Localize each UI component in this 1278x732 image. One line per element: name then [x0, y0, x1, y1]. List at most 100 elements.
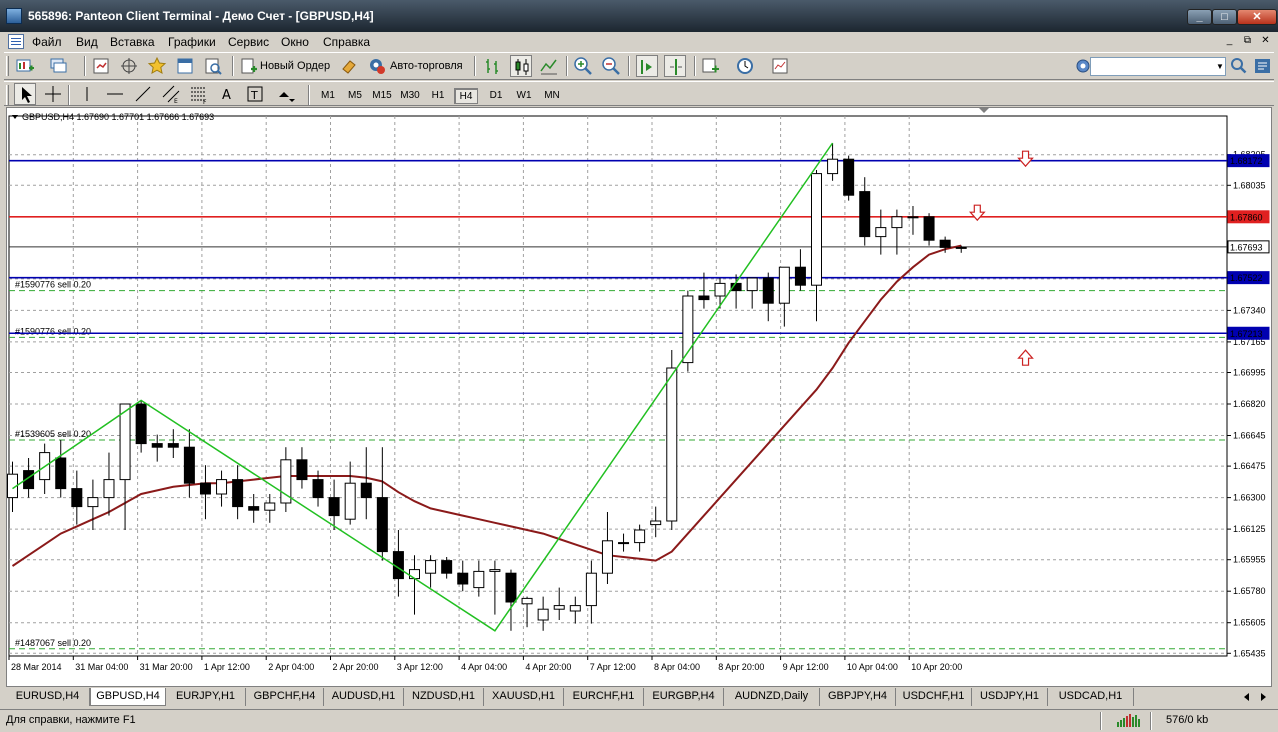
timeframe-d1[interactable]: D1 — [484, 88, 508, 104]
tab-usdcad-h1[interactable]: USDCAD,H1 — [1048, 688, 1134, 706]
status-help-text: Для справки, нажмите F1 — [6, 714, 136, 726]
tab-scroll-icon[interactable] — [1240, 690, 1270, 704]
new-order-icon[interactable] — [238, 55, 260, 77]
menu-insert[interactable]: Вставка — [110, 35, 155, 49]
timeframe-m15[interactable]: M15 — [370, 88, 394, 104]
tab-eurjpy-h1[interactable]: EURJPY,H1 — [166, 688, 246, 706]
community-icon[interactable] — [1252, 55, 1274, 77]
order-level-label: #1590776 sell 0.20 — [15, 326, 91, 336]
periods-icon[interactable] — [734, 55, 756, 77]
timeframe-m5[interactable]: M5 — [343, 88, 367, 104]
close-button[interactable]: ✕ — [1237, 9, 1277, 25]
menu-view[interactable]: Вид — [76, 35, 98, 49]
tab-audusd-h1[interactable]: AUDUSD,H1 — [324, 688, 404, 706]
document-icon[interactable] — [8, 34, 24, 49]
search-icon[interactable] — [1228, 55, 1250, 77]
timeframe-m1[interactable]: M1 — [316, 88, 340, 104]
text-label-icon[interactable]: T — [244, 83, 266, 105]
menu-tools[interactable]: Сервис — [228, 35, 269, 49]
candle-body — [296, 459, 308, 481]
arrows-icon[interactable] — [274, 83, 296, 105]
fibonacci-icon[interactable]: F — [188, 83, 210, 106]
timeframe-h4[interactable]: H4 — [454, 88, 478, 104]
trendline-icon[interactable] — [132, 83, 154, 105]
mdi-minimize-button[interactable]: _ — [1222, 34, 1237, 48]
tab-eurchf-h1[interactable]: EURCHF,H1 — [564, 688, 644, 706]
toolbar-separator — [308, 85, 310, 105]
candlestick-chart-icon[interactable] — [510, 55, 532, 77]
metaeditor-icon[interactable] — [338, 55, 360, 77]
tab-gbpjpy-h4[interactable]: GBPJPY,H4 — [820, 688, 896, 706]
timeframe-mn[interactable]: MN — [540, 88, 564, 104]
new-chart-icon[interactable] — [14, 55, 36, 77]
mdi-restore-button[interactable]: ⧉ — [1240, 34, 1255, 48]
mdi-close-button[interactable]: ✕ — [1258, 34, 1273, 48]
time-tick-label: 1 Apr 12:00 — [204, 662, 250, 672]
auto-scroll-icon[interactable] — [636, 55, 658, 77]
text-icon[interactable]: A — [216, 83, 238, 105]
tab-xauusd-h1[interactable]: XAUUSD,H1 — [484, 688, 564, 706]
bar-chart-icon[interactable] — [482, 55, 504, 77]
price-chart[interactable]: 1.682051.680351.675151.673401.671651.669… — [7, 108, 1271, 686]
menu-file[interactable]: Файл — [32, 35, 62, 49]
templates-icon[interactable] — [770, 55, 792, 77]
market-watch-icon[interactable] — [90, 55, 112, 77]
toolbar-grip[interactable] — [6, 56, 9, 76]
indicators-icon[interactable] — [700, 55, 722, 77]
tab-eurgbp-h4[interactable]: EURGBP,H4 — [644, 688, 724, 706]
tab-usdchf-h1[interactable]: USDCHF,H1 — [896, 688, 972, 706]
candle-body — [811, 173, 822, 286]
vertical-line-icon[interactable] — [76, 83, 98, 105]
chart-window[interactable]: 1.682051.680351.675151.673401.671651.669… — [6, 107, 1272, 687]
menu-charts[interactable]: Графики — [168, 35, 216, 49]
strategy-tester-icon[interactable] — [202, 55, 224, 77]
price-label-text: 1.67522 — [1230, 273, 1263, 283]
svg-text:E: E — [174, 98, 178, 105]
price-tick-label: 1.68035 — [1233, 180, 1266, 190]
menu-window[interactable]: Окно — [281, 35, 309, 49]
minimize-button[interactable]: _ — [1187, 9, 1212, 25]
status-bar: Для справки, нажмите F1 576/0 kb — [0, 709, 1278, 732]
candle-body — [585, 572, 597, 607]
data-window-icon[interactable] — [118, 55, 140, 77]
zoom-in-icon[interactable] — [572, 55, 594, 77]
search-dropdown-icon[interactable]: ▼ — [1214, 57, 1226, 76]
search-input[interactable] — [1090, 57, 1226, 76]
tab-gbpusd-h4[interactable]: GBPUSD,H4 — [90, 688, 166, 706]
tab-gbpchf-h4[interactable]: GBPCHF,H4 — [246, 688, 324, 706]
time-tick-label: 2 Apr 20:00 — [333, 662, 379, 672]
svg-text:F: F — [203, 99, 207, 105]
app-icon — [6, 8, 22, 24]
price-tick-label: 1.66125 — [1233, 524, 1266, 534]
navigator-icon[interactable] — [146, 55, 168, 77]
timeframe-w1[interactable]: W1 — [512, 88, 536, 104]
auto-trading-icon[interactable] — [366, 55, 388, 77]
profiles-icon[interactable] — [48, 55, 70, 77]
toolbar-grip[interactable] — [6, 85, 9, 105]
auto-trading-button[interactable]: Авто-торговля — [390, 60, 463, 72]
terminal-icon[interactable] — [174, 55, 196, 77]
toolbar-separator — [68, 85, 70, 105]
crosshair-icon[interactable] — [42, 83, 64, 105]
new-order-button[interactable]: Новый Ордер — [260, 60, 330, 72]
menu-bar: Файл Вид Вставка Графики Сервис Окно Спр… — [4, 32, 1274, 51]
equidistant-channel-icon[interactable]: E — [160, 83, 182, 105]
candle-body — [569, 605, 581, 612]
tab-nzdusd-h1[interactable]: NZDUSD,H1 — [404, 688, 484, 706]
chart-shift-icon[interactable] — [664, 55, 686, 77]
order-level-label: #1539605 sell 0.20 — [15, 429, 91, 439]
tab-usdjpy-h1[interactable]: USDJPY,H1 — [972, 688, 1048, 706]
line-chart-icon[interactable] — [538, 55, 560, 77]
time-tick-label: 31 Mar 04:00 — [75, 662, 128, 672]
zoom-out-icon[interactable] — [600, 55, 622, 77]
connection-status-icon[interactable] — [1116, 713, 1142, 727]
timeframe-m30[interactable]: M30 — [398, 88, 422, 104]
cursor-icon[interactable] — [14, 83, 36, 105]
tab-audnzd-daily[interactable]: AUDNZD,Daily — [724, 688, 820, 706]
maximize-button[interactable]: □ — [1212, 9, 1237, 25]
tab-eurusd-h4[interactable]: EURUSD,H4 — [6, 688, 90, 706]
terminal-window: 565896: Panteon Client Terminal - Демо С… — [0, 0, 1278, 732]
menu-help[interactable]: Справка — [323, 35, 370, 49]
horizontal-line-icon[interactable] — [104, 83, 126, 105]
timeframe-h1[interactable]: H1 — [426, 88, 450, 104]
